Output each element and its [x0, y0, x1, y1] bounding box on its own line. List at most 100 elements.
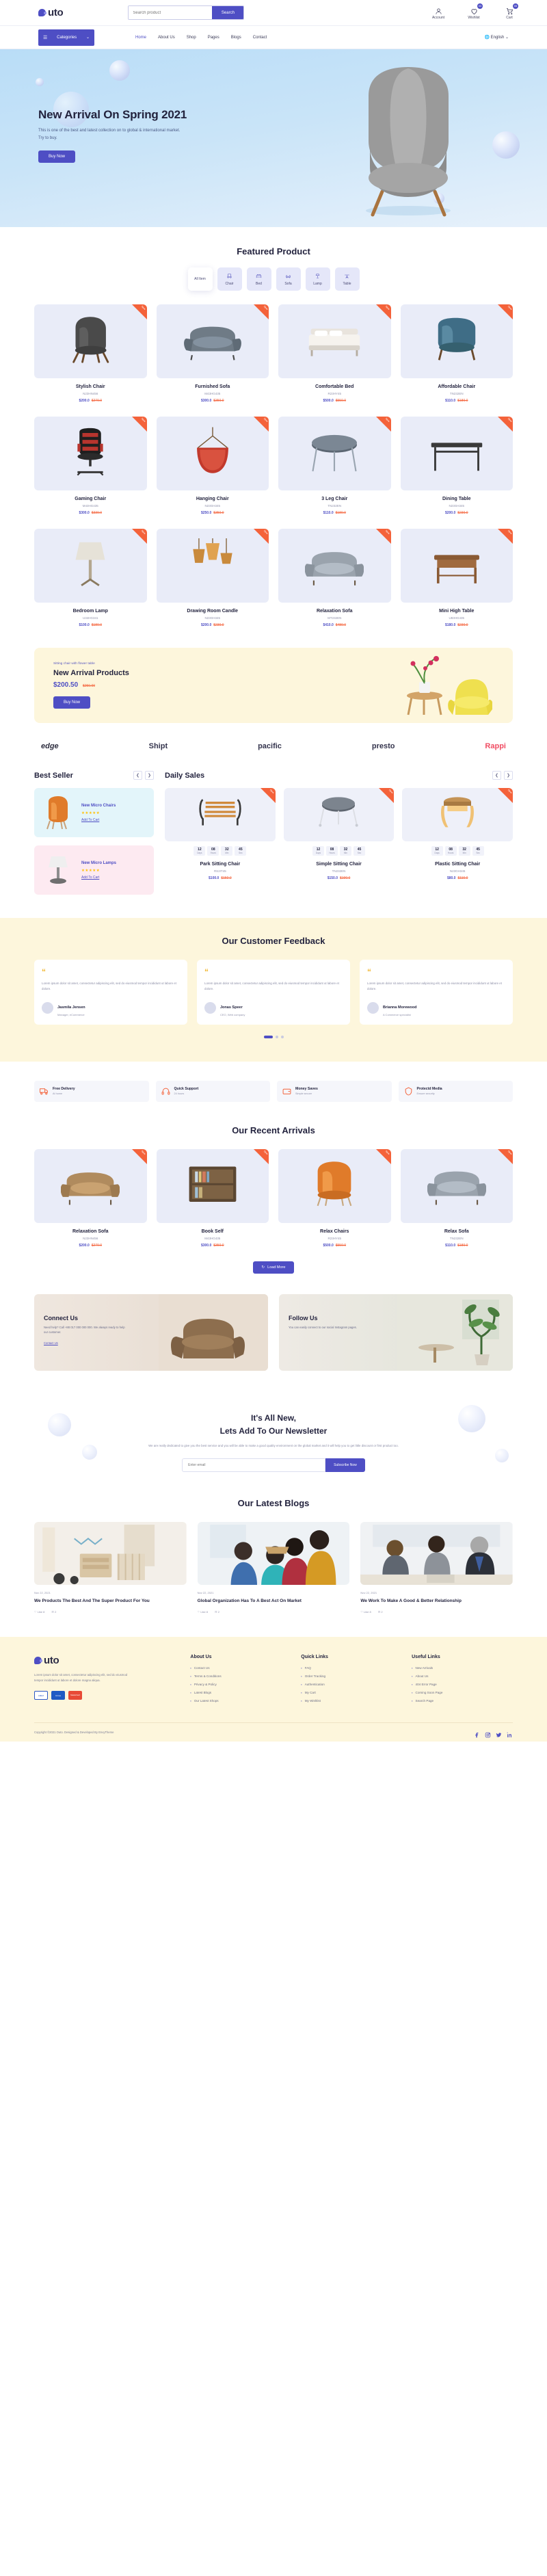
lamp-pendant-image: [183, 538, 242, 593]
product-card[interactable]: New Furnished Sofa M43HG435 $300.0 $350.0: [156, 304, 269, 403]
account-link[interactable]: Account: [428, 6, 449, 20]
timer-label: Min: [225, 852, 229, 854]
footer-link[interactable]: Search Page: [412, 1699, 513, 1703]
instagram-icon[interactable]: [485, 1729, 491, 1738]
feedback-dot-1[interactable]: [263, 1035, 273, 1038]
daily-sale-card[interactable]: New 12 Days 08 Hours 32 Min 45 Sec Simple Sitting…: [283, 788, 395, 880]
footer-link[interactable]: Contact Us: [190, 1666, 291, 1670]
footer-link[interactable]: My Wishlist: [301, 1699, 402, 1703]
tab-all-item[interactable]: All Item: [187, 267, 213, 291]
product-card[interactable]: New Hanging Chair N23GH345 $250.0 $350.0: [156, 417, 269, 515]
product-card[interactable]: New Stylish Chair N23HN456 $200.0 $270.0: [34, 304, 147, 403]
search-box[interactable]: Search: [128, 5, 245, 20]
product-card[interactable]: New Affordable Chair TN232EN $110.0 $180.0: [400, 304, 513, 403]
timer-label: Days: [434, 852, 440, 854]
footer-link[interactable]: Order Tracking: [301, 1674, 402, 1678]
best-seller-name: New Micro Chairs: [81, 804, 116, 808]
product-card[interactable]: New Relaxation Sofa MT232EN $410.0 $480.0: [278, 529, 391, 627]
linkedin-icon[interactable]: [507, 1729, 513, 1737]
promo-banner: Sitting chair with flower table New Arri…: [34, 648, 513, 723]
daily-sales-prev-button[interactable]: ❮: [492, 771, 501, 780]
nav-item-home[interactable]: Home: [135, 36, 146, 40]
feedback-card: “ Lorem ipsum dolor sit amet, consectetur…: [360, 960, 513, 1025]
categories-button[interactable]: ☰ Categories ⌄: [38, 29, 94, 46]
cart-link[interactable]: 05 Cart: [499, 3, 520, 20]
facebook-icon[interactable]: [474, 1729, 480, 1738]
product-card[interactable]: New Gaming Chair M43HG435 $300.0 $330.0: [34, 417, 147, 515]
newsletter-subscribe-button[interactable]: Subscribe Now: [325, 1458, 365, 1473]
best-seller-card[interactable]: New Micro Lamps ★★★★★ Add To Cart: [34, 845, 154, 895]
product-card[interactable]: New Relax Sofa TN232EN $110.0 $180.0: [400, 1148, 513, 1248]
recent-title: Our Recent Arrivals: [232, 1125, 315, 1135]
nav-item-blogs[interactable]: Blogs: [231, 36, 241, 40]
product-price: $500.0 $550.0: [278, 399, 391, 403]
footer-link[interactable]: My Cart: [301, 1691, 402, 1694]
best-seller-prev-button[interactable]: ❮: [133, 771, 142, 780]
blog-card[interactable]: Nov 22, 2021 We Work To Make A Good & Bet…: [360, 1522, 513, 1614]
load-more-button[interactable]: ↻ Load More: [252, 1261, 295, 1274]
promo-buy-now-button[interactable]: Buy Now: [53, 696, 91, 709]
daily-sale-card[interactable]: New 12 Days 08 Hours 32 Min 45 Sec Plastic Sittin…: [402, 788, 513, 880]
footer-link[interactable]: 404 Error Page: [412, 1683, 513, 1686]
add-to-cart-link[interactable]: Add To Cart: [81, 818, 116, 822]
nav-item-shop[interactable]: Shop: [187, 36, 196, 40]
blog-card[interactable]: Nov 22, 2021 We Products The Best And The…: [34, 1522, 187, 1614]
footer-link[interactable]: Terms & Conditions: [190, 1674, 291, 1678]
product-card[interactable]: New Relax Chairs R23HY45 $500.0 $550.0: [278, 1148, 391, 1248]
footer-link[interactable]: Privacy & Policy: [190, 1683, 291, 1686]
tab-bed[interactable]: Bed: [246, 267, 271, 291]
product-card[interactable]: New Bedroom Lamp U34HG341 $100.0 $180.0: [34, 529, 147, 627]
nav-item-contact[interactable]: Contact: [253, 36, 267, 40]
wallet-icon: [282, 1087, 291, 1096]
blog-card[interactable]: Nov 22, 2021 Global Organization Has To A…: [197, 1522, 350, 1614]
tab-sofa[interactable]: Sofa: [276, 267, 301, 291]
best-seller-card[interactable]: New Micro Chairs ★★★★★ Add To Cart: [34, 788, 154, 837]
product-card[interactable]: New Book Self M43HG435 $300.0 $350.0: [156, 1148, 269, 1248]
footer-link[interactable]: Coming Soon Page: [412, 1691, 513, 1694]
product-card[interactable]: New Drawing Room Candle N23GH345 $200.0 $230…: [156, 529, 269, 627]
footer-logo[interactable]: uto: [34, 1655, 181, 1666]
recent-arrivals-section: Our Recent Arrivals New Relaxation Sofa N2…: [34, 1125, 513, 1274]
product-card[interactable]: New Dining Table N23GH345 $200.0 $230.0: [400, 417, 513, 515]
tab-lamp[interactable]: Lamp: [305, 267, 330, 291]
price-current: $200.0: [200, 623, 212, 627]
nav-links: Home About Us Shop Pages Blogs Contact: [135, 36, 267, 40]
footer-link[interactable]: Our Latest Shops: [190, 1699, 291, 1703]
product-thumbnail: New: [400, 417, 513, 490]
bubble-decor: [48, 1412, 71, 1436]
add-to-cart-link[interactable]: Add To Cart: [81, 876, 116, 880]
best-seller-next-button[interactable]: ❯: [145, 771, 154, 780]
contact-us-link[interactable]: Contact Us: [44, 1341, 58, 1345]
search-input[interactable]: [129, 6, 213, 19]
footer-link[interactable]: Latest Blogs: [190, 1691, 291, 1694]
product-card[interactable]: New Mini High Table U83HG435 $180.0 $230.0: [400, 529, 513, 627]
product-price: $150.0 $190.0: [284, 876, 395, 880]
bed-icon: [256, 273, 262, 280]
product-name: Gaming Chair: [75, 497, 107, 501]
product-card[interactable]: New 3 Leg Chair TN232EN $110.0 $180.0: [278, 417, 391, 515]
footer-link[interactable]: FAQ: [301, 1666, 402, 1670]
product-thumbnail: New: [156, 417, 269, 490]
language-selector[interactable]: 🌐 English ⌄: [484, 35, 509, 40]
tab-chair[interactable]: Chair: [217, 267, 242, 291]
table-round-image: [305, 426, 364, 481]
newsletter-email-input[interactable]: [182, 1458, 326, 1473]
footer-link[interactable]: New Arrivals: [412, 1666, 513, 1670]
daily-sales-next-button[interactable]: ❯: [504, 771, 513, 780]
footer-link[interactable]: Authentication: [301, 1683, 402, 1686]
site-logo[interactable]: uto: [38, 7, 64, 18]
footer-link[interactable]: About Us: [412, 1674, 513, 1678]
tab-table[interactable]: Table: [334, 267, 360, 291]
product-sku: R23HY45: [328, 392, 341, 395]
nav-item-about[interactable]: About Us: [158, 36, 175, 40]
feedback-dot-2[interactable]: [275, 1035, 278, 1038]
feedback-dot-3[interactable]: [280, 1035, 284, 1038]
wishlist-link[interactable]: 03 Wishlist: [464, 3, 484, 20]
product-card[interactable]: New Comfortable Bed R23HY45 $500.0 $550.0: [278, 304, 391, 403]
hero-buy-now-button[interactable]: Buy Now: [38, 150, 76, 163]
daily-sale-card[interactable]: New 12 Days 08 Hours 32 Min 45 Sec Park Sitting C…: [165, 788, 276, 880]
nav-item-pages[interactable]: Pages: [208, 36, 219, 40]
search-button[interactable]: Search: [212, 6, 244, 19]
twitter-icon[interactable]: [496, 1729, 502, 1737]
product-card[interactable]: New Relaxation Sofa N23HN456 $200.0 $270.0: [34, 1148, 147, 1248]
